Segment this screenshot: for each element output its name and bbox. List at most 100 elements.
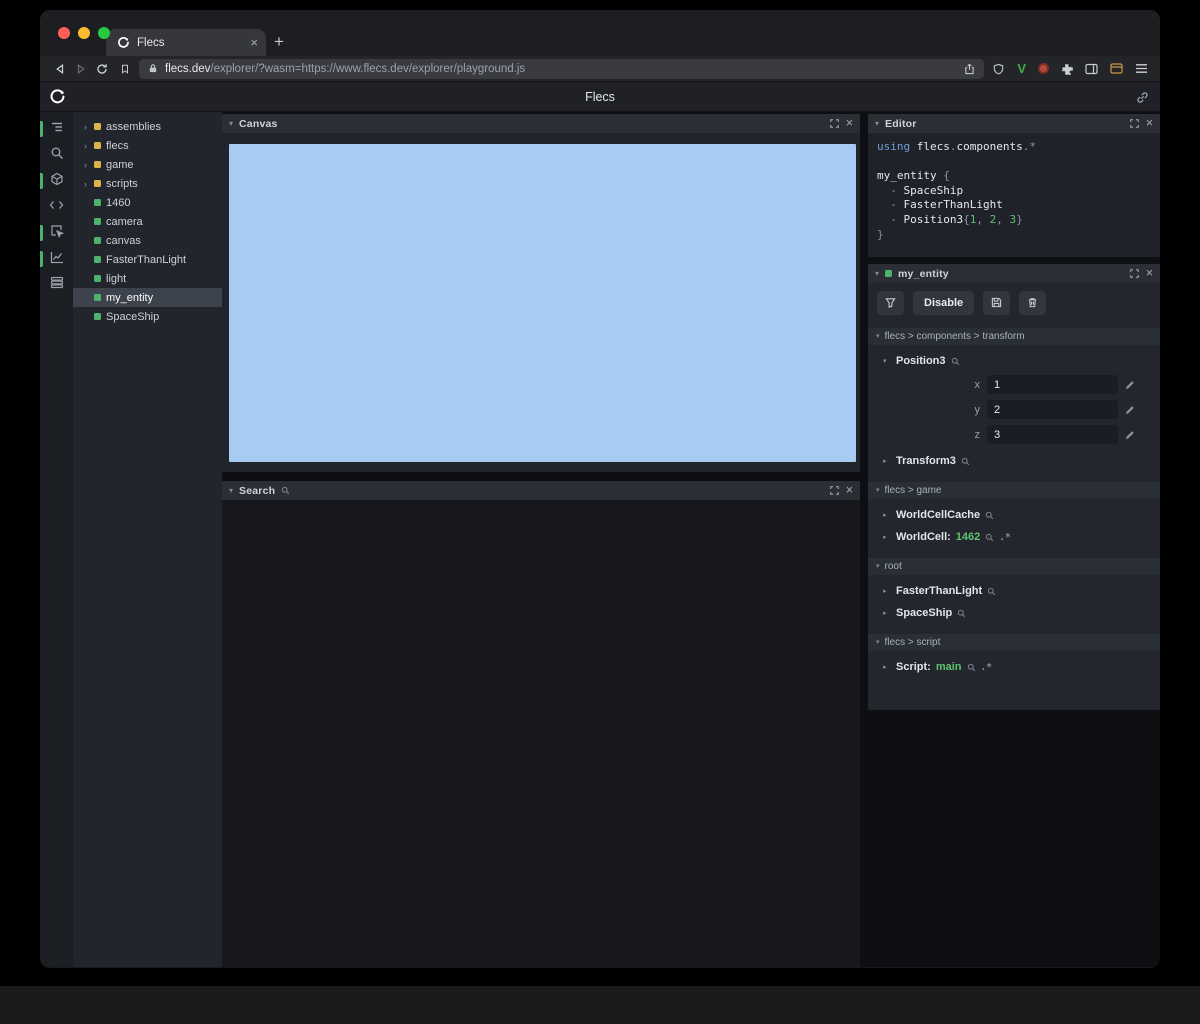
collapse-chevron-icon[interactable]: ▸ — [883, 458, 891, 465]
field-row: z — [868, 422, 1160, 447]
position3-z-input[interactable] — [987, 425, 1118, 444]
forward-icon[interactable] — [75, 63, 87, 75]
expand-chevron-icon[interactable]: › — [82, 179, 89, 189]
cube-icon — [50, 172, 64, 191]
expand-panel-icon[interactable] — [829, 482, 839, 500]
collapse-chevron-icon[interactable]: ▾ — [875, 269, 879, 278]
section-header[interactable]: ▾ flecs > game — [868, 482, 1160, 499]
magnifier-icon[interactable] — [967, 663, 976, 672]
collapse-chevron-icon[interactable]: ▸ — [883, 534, 891, 541]
address-bar[interactable]: flecs.dev/explorer/?wasm=https://www.fle… — [139, 58, 985, 79]
filter-button[interactable] — [877, 291, 904, 315]
reload-icon[interactable] — [96, 63, 108, 75]
extension-record-icon[interactable] — [1038, 63, 1049, 74]
search-panel-body[interactable] — [222, 500, 860, 967]
close-window-button[interactable] — [58, 27, 70, 39]
magnifier-icon[interactable] — [985, 511, 994, 520]
expand-panel-icon[interactable] — [1129, 265, 1139, 283]
share-link-icon[interactable] — [1136, 91, 1149, 109]
collapse-chevron-icon[interactable]: ▸ — [883, 512, 891, 519]
expand-panel-icon[interactable] — [1129, 115, 1139, 133]
component-row[interactable]: ▸ FasterThanLight — [868, 580, 1160, 602]
expand-chevron-icon[interactable]: › — [82, 160, 89, 170]
code-entity-name: my_entity — [877, 169, 937, 183]
magnifier-icon[interactable] — [985, 533, 994, 542]
edit-pencil-icon[interactable] — [1125, 430, 1135, 440]
sidebar-toggle-icon[interactable] — [1085, 63, 1098, 75]
tree-item[interactable]: › game — [73, 155, 222, 174]
lock-icon[interactable] — [148, 63, 158, 74]
tree-item[interactable]: › flecs — [73, 136, 222, 155]
tree-item[interactable]: light — [73, 269, 222, 288]
tree-item[interactable]: canvas — [73, 231, 222, 250]
collapse-chevron-icon[interactable]: ▾ — [229, 486, 233, 495]
rail-queries-button[interactable] — [40, 272, 73, 298]
collapse-chevron-icon: ▾ — [876, 639, 880, 646]
tree-item[interactable]: FasterThanLight — [73, 250, 222, 269]
rail-entity-tree-button[interactable] — [40, 116, 73, 142]
delete-button[interactable] — [1019, 291, 1047, 315]
tree-item[interactable]: camera — [73, 212, 222, 231]
extensions-puzzle-icon[interactable] — [1061, 63, 1073, 75]
tree-item[interactable]: › assemblies — [73, 117, 222, 136]
rail-canvas-button[interactable] — [40, 168, 73, 194]
script-editor[interactable]: using flecs.components.* my_entity { - S… — [868, 133, 1160, 257]
position3-x-input[interactable] — [987, 375, 1118, 394]
collapse-chevron-icon[interactable]: ▸ — [883, 588, 891, 595]
dock-strip — [0, 986, 1200, 1024]
menu-icon[interactable] — [1135, 63, 1148, 74]
component-row[interactable]: ▸ Transform3 — [868, 450, 1160, 472]
save-button[interactable] — [983, 291, 1011, 315]
fullscreen-window-button[interactable] — [98, 27, 110, 39]
collapse-chevron-icon[interactable]: ▸ — [883, 664, 891, 671]
extension-v-icon[interactable]: V — [1017, 61, 1026, 76]
close-panel-icon[interactable]: × — [846, 484, 853, 497]
tree-item[interactable]: › scripts — [73, 174, 222, 193]
collapse-chevron-icon[interactable]: ▾ — [875, 119, 879, 128]
collapse-chevron-icon[interactable]: ▸ — [883, 610, 891, 617]
edit-pencil-icon[interactable] — [1125, 405, 1135, 415]
component-row[interactable]: ▸ SpaceShip — [868, 602, 1160, 624]
bookmark-icon[interactable] — [120, 63, 130, 75]
component-row[interactable]: ▾ Position3 — [868, 350, 1160, 372]
component-row[interactable]: ▸ WorldCellCache — [868, 504, 1160, 526]
rail-editor-button[interactable] — [40, 194, 73, 220]
rail-stats-button[interactable] — [40, 246, 73, 272]
expand-chevron-icon[interactable]: › — [82, 122, 89, 132]
share-icon[interactable] — [964, 63, 975, 75]
shield-icon[interactable] — [993, 63, 1004, 75]
expand-panel-icon[interactable] — [829, 115, 839, 133]
rail-inspector-button[interactable] — [40, 220, 73, 246]
center-column: ▾ Canvas × ▾ Search × — [222, 112, 860, 967]
wallet-icon[interactable] — [1110, 63, 1123, 74]
magnifier-icon[interactable] — [961, 457, 970, 466]
expand-chevron-icon[interactable]: › — [82, 141, 89, 151]
rail-search-button[interactable] — [40, 142, 73, 168]
tree-item[interactable]: SpaceShip — [73, 307, 222, 326]
close-panel-icon[interactable]: × — [1146, 267, 1153, 280]
disable-button[interactable]: Disable — [913, 291, 975, 315]
collapse-chevron-icon[interactable]: ▾ — [883, 358, 891, 365]
back-icon[interactable] — [54, 63, 66, 75]
minimize-window-button[interactable] — [78, 27, 90, 39]
flecs-logo-icon[interactable] — [49, 88, 66, 110]
close-panel-icon[interactable]: × — [846, 117, 853, 130]
render-canvas[interactable] — [229, 144, 856, 462]
section-header[interactable]: ▾ flecs > components > transform — [868, 328, 1160, 345]
section-header[interactable]: ▾ root — [868, 558, 1160, 575]
component-row[interactable]: ▸ WorldCell: 1462 .* — [868, 526, 1160, 548]
magnifier-icon[interactable] — [987, 587, 996, 596]
tree-item-selected[interactable]: my_entity — [73, 288, 222, 307]
edit-pencil-icon[interactable] — [1125, 380, 1135, 390]
position3-y-input[interactable] — [987, 400, 1118, 419]
component-row[interactable]: ▸ Script: main .* — [868, 656, 1160, 678]
close-panel-icon[interactable]: × — [1146, 117, 1153, 130]
magnifier-icon[interactable] — [957, 609, 966, 618]
new-tab-button[interactable]: + — [266, 29, 292, 55]
browser-tab[interactable]: Flecs × — [106, 29, 266, 56]
section-header[interactable]: ▾ flecs > script — [868, 634, 1160, 651]
tree-item[interactable]: 1460 — [73, 193, 222, 212]
collapse-chevron-icon[interactable]: ▾ — [229, 119, 233, 128]
magnifier-icon[interactable] — [951, 357, 960, 366]
tab-close-icon[interactable]: × — [250, 36, 258, 49]
